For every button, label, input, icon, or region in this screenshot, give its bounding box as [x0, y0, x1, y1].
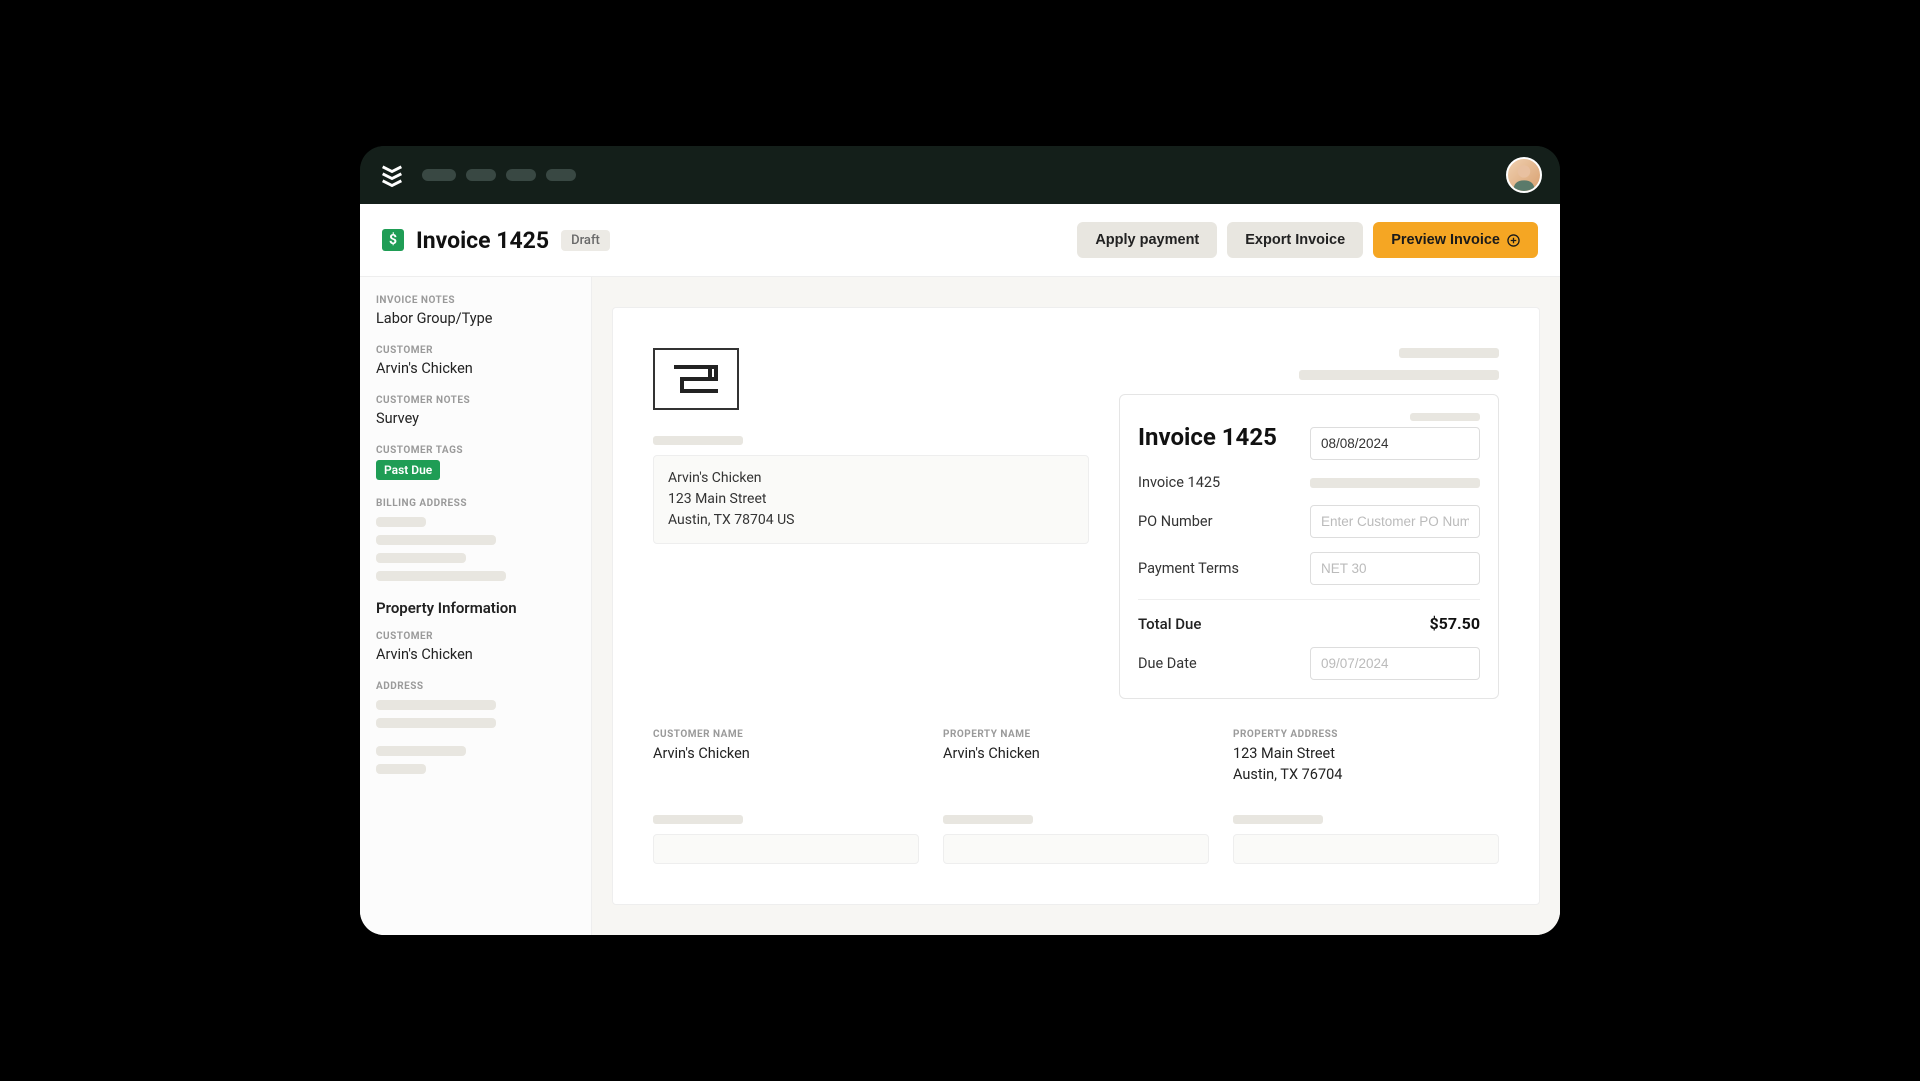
header-bar: $ Invoice 1425 Draft Apply payment Expor… — [360, 204, 1560, 277]
nav-pill — [506, 169, 536, 181]
skeleton — [943, 834, 1209, 864]
skeleton — [376, 553, 466, 563]
skeleton — [1310, 478, 1480, 488]
customer-name-value: Arvin's Chicken — [653, 744, 919, 764]
due-date-input[interactable] — [1310, 647, 1480, 680]
export-invoice-button[interactable]: Export Invoice — [1227, 222, 1363, 258]
skeleton — [1233, 834, 1499, 864]
nav-pill — [422, 169, 456, 181]
address-label: ADDRESS — [376, 681, 591, 692]
skeleton — [653, 815, 743, 824]
skeleton — [1233, 815, 1323, 824]
bill-to-name: Arvin's Chicken — [668, 468, 1074, 489]
app-frame: $ Invoice 1425 Draft Apply payment Expor… — [360, 146, 1560, 935]
property-address-label: PROPERTY ADDRESS — [1233, 729, 1499, 740]
skeleton — [1399, 348, 1499, 358]
property-customer-label: CUSTOMER — [376, 631, 591, 642]
bill-to-city: Austin, TX 78704 US — [668, 510, 1074, 531]
nav-pill — [466, 169, 496, 181]
user-avatar[interactable] — [1506, 157, 1542, 193]
invoice-details-card: Invoice 1425 Invoice 1425 — [1119, 394, 1499, 699]
property-name-value: Arvin's Chicken — [943, 744, 1209, 764]
payment-terms-input[interactable] — [1310, 552, 1480, 585]
skeleton — [376, 517, 426, 527]
customer-notes-value: Survey — [376, 410, 591, 427]
skeleton — [1299, 370, 1499, 380]
skeleton — [653, 834, 919, 864]
customer-notes-label: CUSTOMER NOTES — [376, 395, 591, 406]
preview-invoice-button[interactable]: Preview Invoice — [1373, 222, 1538, 258]
skeleton — [376, 718, 496, 728]
status-badge: Draft — [561, 230, 610, 251]
skeleton — [1410, 413, 1480, 421]
billing-address-label: BILLING ADDRESS — [376, 498, 591, 509]
skeleton — [376, 571, 506, 581]
due-date-label: Due Date — [1138, 655, 1197, 672]
top-nav — [360, 146, 1560, 204]
invoice-icon: $ — [382, 229, 404, 251]
bill-to-box[interactable]: Arvin's Chicken 123 Main Street Austin, … — [653, 455, 1089, 544]
invoice-notes-label: INVOICE NOTES — [376, 295, 591, 306]
skeleton — [376, 746, 466, 756]
property-name-label: PROPERTY NAME — [943, 729, 1209, 740]
invoice-card: Arvin's Chicken 123 Main Street Austin, … — [612, 307, 1540, 905]
page-title: Invoice 1425 — [416, 227, 549, 254]
invoice-number-label: Invoice 1425 — [1138, 474, 1220, 491]
invoice-date-input[interactable] — [1310, 427, 1480, 460]
plus-circle-icon — [1506, 233, 1520, 247]
customer-value: Arvin's Chicken — [376, 360, 591, 377]
payment-terms-label: Payment Terms — [1138, 560, 1239, 577]
customer-tag: Past Due — [376, 460, 440, 480]
customer-tags-label: CUSTOMER TAGS — [376, 445, 591, 456]
skeleton — [653, 436, 743, 445]
total-due-amount: $57.50 — [1429, 614, 1480, 633]
bill-to-street: 123 Main Street — [668, 489, 1074, 510]
po-number-input[interactable] — [1310, 505, 1480, 538]
customer-name-label: CUSTOMER NAME — [653, 729, 919, 740]
skeleton — [376, 535, 496, 545]
apply-payment-button[interactable]: Apply payment — [1077, 222, 1217, 258]
preview-invoice-label: Preview Invoice — [1391, 232, 1500, 248]
skeleton — [376, 764, 426, 774]
invoice-title: Invoice 1425 — [1138, 423, 1277, 451]
skeleton — [943, 815, 1033, 824]
nav-pill — [546, 169, 576, 181]
logo-icon[interactable] — [378, 161, 406, 189]
invoice-notes-value: Labor Group/Type — [376, 310, 591, 327]
property-info-heading: Property Information — [376, 599, 591, 617]
skeleton — [376, 700, 496, 710]
sidebar: INVOICE NOTES Labor Group/Type CUSTOMER … — [360, 277, 592, 935]
property-address-line2: Austin, TX 76704 — [1233, 765, 1499, 785]
property-address-line1: 123 Main Street — [1233, 744, 1499, 764]
property-customer-value: Arvin's Chicken — [376, 646, 591, 663]
main-panel: Arvin's Chicken 123 Main Street Austin, … — [592, 277, 1560, 935]
po-number-label: PO Number — [1138, 513, 1213, 530]
customer-label: CUSTOMER — [376, 345, 591, 356]
total-due-label: Total Due — [1138, 615, 1201, 633]
nav-placeholder-pills — [422, 169, 576, 181]
company-logo — [653, 348, 739, 410]
